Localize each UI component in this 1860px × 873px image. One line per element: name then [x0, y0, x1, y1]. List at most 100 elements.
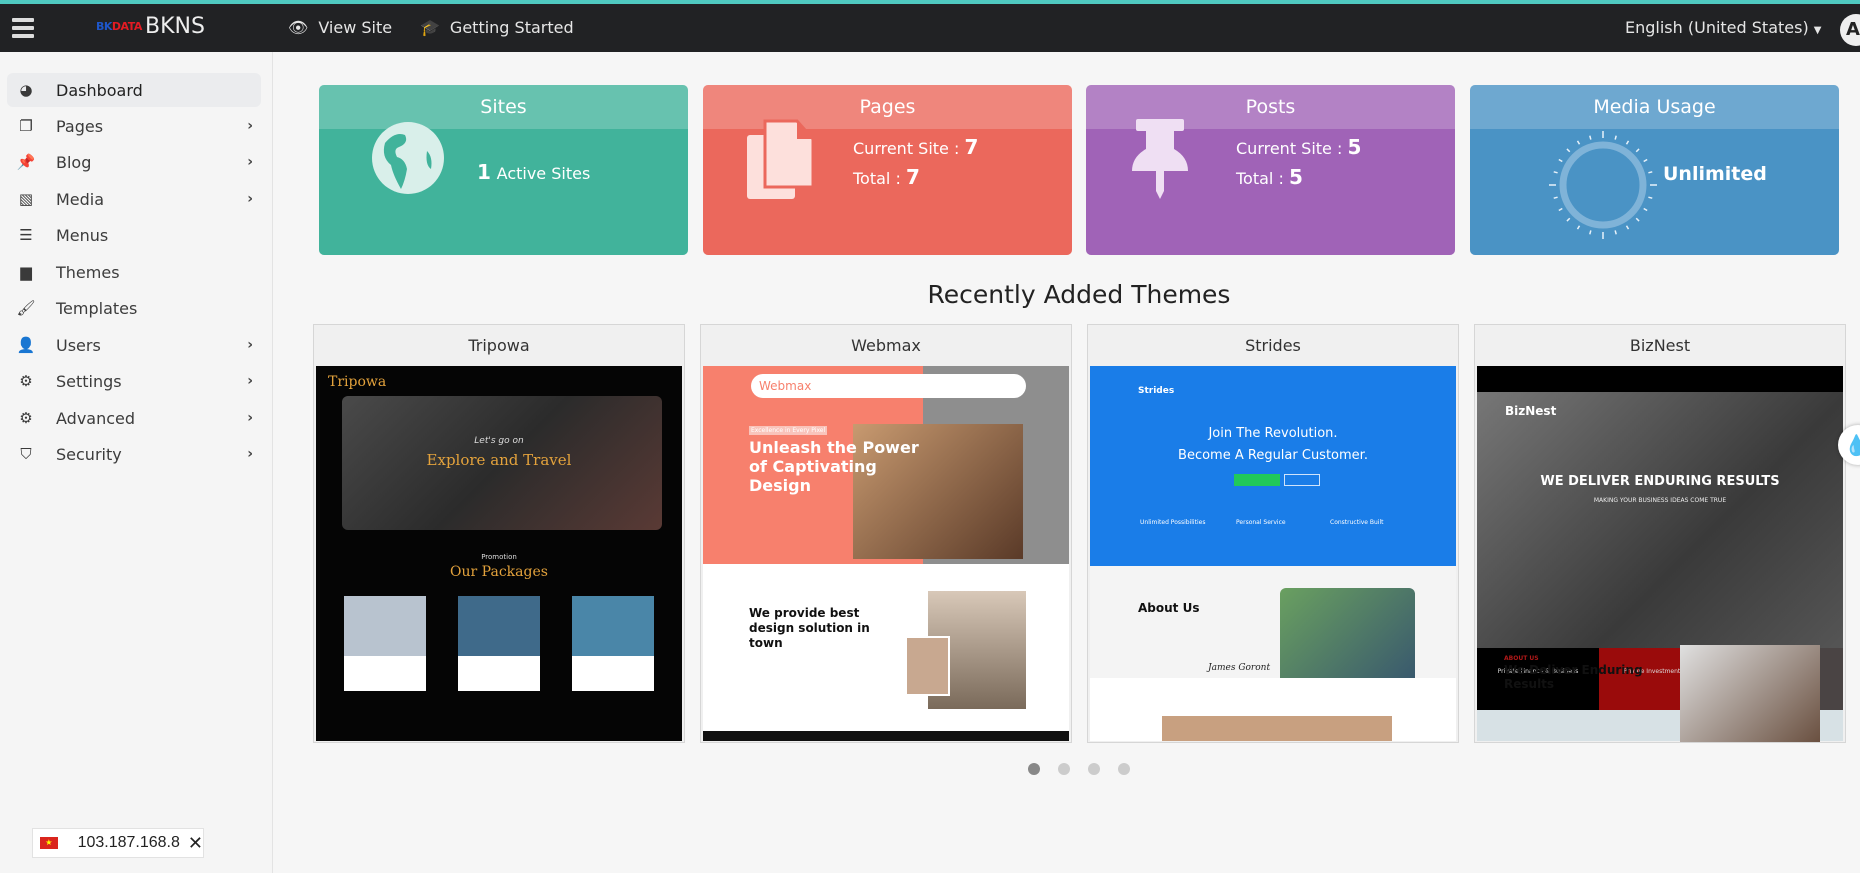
hamburger-menu-icon[interactable] [12, 18, 34, 38]
gauge-tick [1576, 225, 1581, 230]
gear-icon: ⚙ [19, 409, 33, 427]
avatar[interactable]: A [1840, 14, 1860, 46]
theme-card-webmax[interactable]: Webmax Webmax Excellence in Every Pixel … [700, 324, 1072, 743]
active-sites-count: 1 [477, 160, 491, 184]
posts-current-count: 5 [1347, 135, 1362, 159]
carousel-dot[interactable] [1118, 763, 1130, 775]
brand-logo[interactable]: BKDATA [96, 20, 142, 33]
carousel-dot[interactable] [1058, 763, 1070, 775]
pages-card[interactable]: Pages Current Site : 7 Total : 7 [703, 85, 1072, 255]
biznest-about-image [1680, 645, 1820, 742]
carousel-dot[interactable] [1088, 763, 1100, 775]
posts-total-count: 5 [1288, 165, 1303, 189]
getting-started-link[interactable]: 🎓 Getting Started [420, 18, 574, 37]
language-dropdown[interactable]: English (United States) ▼ [1625, 18, 1821, 37]
shield-icon: ⛉ [20, 445, 32, 463]
sidebar-item-dashboard[interactable]: ◕ Dashboard [7, 73, 261, 107]
sidebar-item-settings[interactable]: ⚙ Settings › [7, 364, 261, 398]
gauge-tick [1589, 135, 1592, 140]
chevron-right-icon: › [247, 337, 253, 353]
gauge-tick [1643, 158, 1648, 163]
cogs-icon: ⚙ [19, 372, 33, 390]
biznest-about-kicker: ABOUT US [1504, 655, 1539, 662]
brush-icon: 🖌 [16, 299, 36, 317]
chevron-right-icon: › [247, 446, 253, 462]
paint-roller-icon: ▆ [20, 263, 32, 281]
pin-icon: 📌 [16, 153, 36, 171]
gauge-tick [1625, 225, 1630, 230]
sidebar-item-advanced[interactable]: ⚙ Advanced › [7, 401, 261, 435]
chevron-right-icon: › [247, 373, 253, 389]
theme-name: BizNest [1629, 336, 1691, 355]
pushpin-icon [1132, 119, 1188, 199]
gauge-tick [1648, 171, 1653, 174]
card-title: Media Usage [1470, 85, 1839, 129]
media-usage-card[interactable]: Media Usage Unlimited [1470, 85, 1839, 255]
gauge-tick [1625, 140, 1630, 145]
gauge-tick [1566, 217, 1571, 222]
chevron-right-icon: › [247, 410, 253, 426]
posts-card[interactable]: Posts Current Site : 5 Total : 5 [1086, 85, 1455, 255]
chevron-right-icon: › [247, 118, 253, 134]
gauge-tick [1635, 217, 1640, 222]
chevron-right-icon: › [247, 191, 253, 207]
gauge-tick [1635, 148, 1640, 153]
top-header: BKDATA BKNS 👁 View Site 🎓 Getting Started … [0, 4, 1860, 52]
biznest-about-heading: We Deliver Enduring Results [1504, 663, 1643, 691]
sidebar-item-users[interactable]: 👤 Users › [7, 328, 261, 362]
theme-name: Strides [1245, 336, 1301, 355]
close-icon[interactable]: ✕ [188, 833, 203, 854]
pages-total-count: 7 [905, 165, 920, 189]
theme-name: Tripowa [468, 336, 530, 355]
pages-current-count: 7 [964, 135, 979, 159]
sidebar-item-security[interactable]: ⛉ Security › [7, 437, 261, 471]
sidebar-item-themes[interactable]: ▆ Themes [7, 255, 261, 289]
theme-preview[interactable]: Webmax Excellence in Every Pixel Unleash… [703, 366, 1069, 741]
sidebar-item-media[interactable]: ▧ Media › [7, 182, 261, 216]
gauge-tick [1643, 207, 1648, 212]
usage-gauge-icon [1549, 131, 1657, 239]
chevron-right-icon: › [247, 154, 253, 170]
gauge-tick [1566, 148, 1571, 153]
sidebar-item-menus[interactable]: ☰ Menus [7, 218, 261, 252]
gauge-icon: ◕ [19, 81, 33, 99]
user-icon: 👤 [16, 336, 36, 354]
sidebar: ◕ Dashboard ❐ Pages › 📌 Blog › ▧ Media › ☰ Menus… [0, 52, 273, 873]
gauge-tick [1614, 135, 1617, 140]
recent-themes-heading: Recently Added Themes [927, 280, 1231, 309]
sidebar-item-blog[interactable]: 📌 Blog › [7, 145, 261, 179]
theme-card-strides[interactable]: Strides Strides Join The Revolution. Bec… [1087, 324, 1459, 743]
theme-name: Webmax [851, 336, 921, 355]
pages-icon: ❐ [19, 117, 33, 135]
carousel-pagination [1028, 763, 1130, 775]
sidebar-item-templates[interactable]: 🖌 Templates [7, 291, 261, 325]
theme-preview[interactable]: Strides Join The Revolution. Become A Re… [1090, 366, 1456, 741]
list-icon: ☰ [19, 226, 33, 244]
caret-down-icon: ▼ [1813, 25, 1822, 36]
active-sites-label: Active Sites [496, 164, 591, 183]
gauge-tick [1589, 230, 1592, 235]
copy-pages-icon [747, 119, 815, 199]
theme-card-tripowa[interactable]: Tripowa Tripowa Let's go on Explore and … [313, 324, 685, 743]
gauge-tick [1576, 140, 1581, 145]
sites-card[interactable]: Sites 1 Active Sites [319, 85, 688, 255]
view-site-link[interactable]: 👁 View Site [288, 18, 392, 37]
vietnam-flag-icon: ★ [40, 837, 58, 849]
gauge-tick [1558, 158, 1563, 163]
gauge-tick [1558, 207, 1563, 212]
ip-badge: ★ 103.187.168.8 ✕ [32, 828, 204, 858]
gauge-tick [1553, 196, 1558, 199]
sidebar-item-pages[interactable]: ❐ Pages › [7, 109, 261, 143]
ip-address: 103.187.168.8 [77, 834, 180, 851]
gauge-tick [1553, 171, 1558, 174]
eye-icon: 👁 [288, 18, 309, 37]
brand-name[interactable]: BKNS [145, 14, 205, 39]
graduation-cap-icon: 🎓 [420, 18, 440, 37]
carousel-dot[interactable] [1028, 763, 1040, 775]
gauge-tick [1648, 196, 1653, 199]
media-usage-value: Unlimited [1663, 163, 1767, 185]
media-icon: ▧ [18, 190, 34, 208]
globe-icon [372, 122, 444, 194]
theme-preview[interactable]: Tripowa Let's go on Explore and Travel P… [316, 366, 682, 741]
gauge-tick [1614, 230, 1617, 235]
